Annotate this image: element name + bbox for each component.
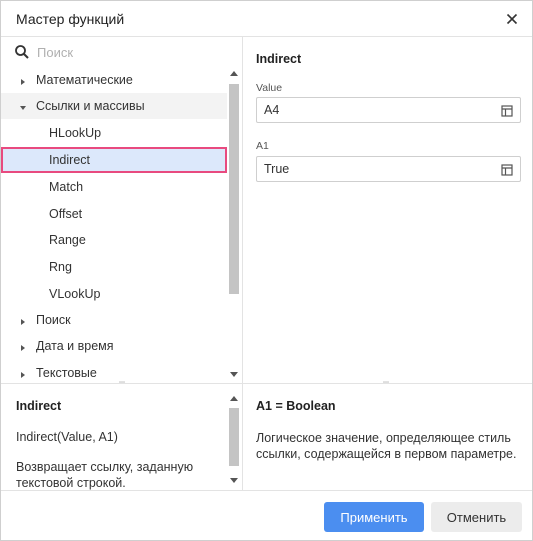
- tree-item-label: Offset: [49, 207, 83, 221]
- tree-item-label: Математические: [36, 73, 133, 87]
- tree-category-search[interactable]: Поиск: [1, 307, 227, 333]
- tree-item-label: HLookUp: [49, 126, 102, 140]
- tree-item-label: Дата и время: [36, 339, 114, 353]
- dialog-titlebar: Мастер функций: [1, 1, 532, 37]
- tree-function-indirect[interactable]: Indirect: [1, 147, 227, 173]
- parameter-info-title: A1 = Boolean: [256, 399, 336, 413]
- parameters-pane: Indirect Value A4 A1 True: [243, 37, 532, 383]
- function-description: Возвращает ссылку, заданную текстовой ст…: [16, 460, 194, 490]
- tree-function-match[interactable]: Match: [1, 174, 227, 200]
- parameters-function-name: Indirect: [256, 52, 302, 66]
- scrollbar-thumb[interactable]: [229, 408, 239, 466]
- parameter-info-description: Логическое значение, определяющее стиль …: [256, 431, 517, 461]
- tree-category-text[interactable]: Текстовые: [1, 360, 227, 383]
- function-syntax: Indirect(Value, A1): [16, 430, 118, 444]
- cancel-button[interactable]: Отменить: [431, 502, 522, 532]
- param-label-value: Value: [256, 82, 283, 94]
- scroll-down-icon[interactable]: [230, 372, 238, 377]
- tree-category-datetime[interactable]: Дата и время: [1, 333, 227, 359]
- tree-scrollbar[interactable]: [228, 67, 240, 383]
- tree-function-range[interactable]: Range: [1, 227, 227, 253]
- tree-function-rng[interactable]: Rng: [1, 254, 227, 280]
- dialog-title: Мастер функций: [16, 11, 125, 27]
- function-wizard-dialog: Мастер функций Математические Ссылки и м…: [0, 0, 533, 541]
- dialog-footer: Применить Отменить: [1, 490, 532, 540]
- scroll-up-icon[interactable]: [230, 396, 238, 401]
- tree-item-label: Поиск: [36, 313, 71, 327]
- param-field-a1[interactable]: True: [256, 156, 521, 182]
- scroll-down-icon[interactable]: [230, 478, 238, 483]
- tree-item-label: Indirect: [49, 153, 90, 167]
- caret-down-icon: [19, 101, 27, 110]
- apply-button[interactable]: Применить: [324, 502, 424, 532]
- caret-right-icon: [19, 341, 27, 351]
- tree-item-label: Match: [49, 180, 84, 194]
- tree-category-references[interactable]: Ссылки и массивы: [1, 93, 227, 119]
- tree-item-label: VLookUp: [49, 287, 101, 301]
- tree-function-hlookup[interactable]: HLookUp: [1, 120, 227, 146]
- param-value: A4: [264, 103, 280, 117]
- splitter-grip-icon: [119, 381, 125, 383]
- scrollbar-thumb[interactable]: [229, 84, 239, 294]
- caret-right-icon: [19, 75, 27, 85]
- tree-function-vlookup[interactable]: VLookUp: [1, 281, 227, 307]
- tree-item-label: Ссылки и массивы: [36, 99, 145, 113]
- splitter-grip-icon: [383, 381, 389, 383]
- param-field-value[interactable]: A4: [256, 97, 521, 123]
- close-icon[interactable]: [502, 9, 522, 29]
- parameter-info-pane: A1 = Boolean Логическое значение, опреде…: [243, 384, 532, 490]
- tree-item-label: Range: [49, 233, 86, 247]
- info-scrollbar[interactable]: [228, 392, 240, 488]
- function-info-pane: Indirect Indirect(Value, A1) Возвращает …: [1, 384, 243, 490]
- param-label-a1: A1: [256, 140, 269, 152]
- scroll-up-icon[interactable]: [230, 71, 238, 76]
- search-input[interactable]: [37, 41, 217, 63]
- table-icon[interactable]: [501, 104, 513, 117]
- caret-right-icon: [19, 368, 27, 378]
- tree-item-label: Текстовые: [36, 366, 97, 380]
- tree-item-label: Rng: [49, 260, 72, 274]
- search-icon: [14, 44, 30, 60]
- tree-function-offset[interactable]: Offset: [1, 201, 227, 227]
- function-info-name: Indirect: [16, 399, 62, 413]
- caret-right-icon: [19, 315, 27, 325]
- function-list-pane: Математические Ссылки и массивы HLookUp …: [1, 37, 243, 383]
- table-icon[interactable]: [501, 163, 513, 176]
- tree-category-math[interactable]: Математические: [1, 67, 227, 93]
- search-bar: [1, 37, 242, 66]
- param-value: True: [264, 162, 290, 176]
- function-tree: Математические Ссылки и массивы HLookUp …: [1, 67, 227, 383]
